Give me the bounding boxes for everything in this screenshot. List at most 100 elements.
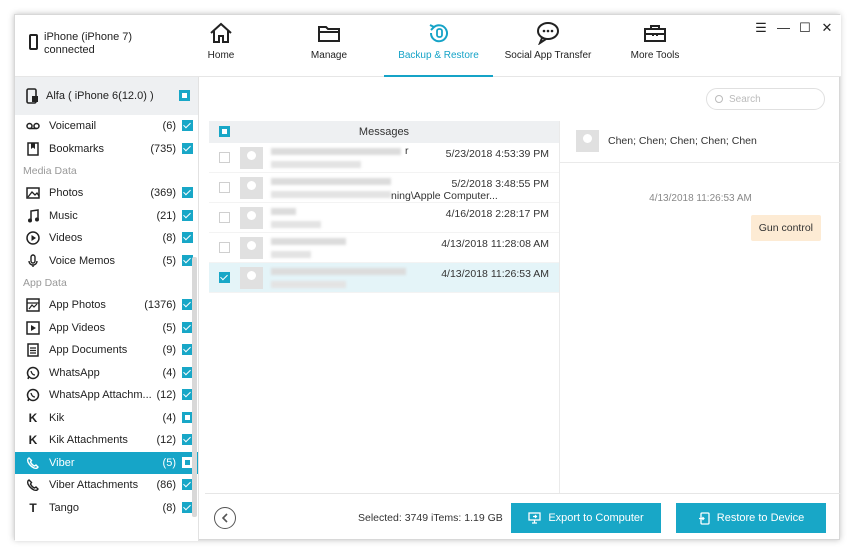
sidebar-item-checkbox[interactable] <box>182 232 193 243</box>
backup-device-row[interactable]: Alfa ( iPhone 6(12.0) ) <box>15 77 198 115</box>
sidebar-item-app-documents[interactable]: App Documents (9) <box>15 339 198 362</box>
search-input[interactable]: Search <box>706 88 825 110</box>
minimize-icon[interactable]: — <box>777 20 790 36</box>
avatar <box>240 147 263 169</box>
close-icon[interactable]: ✕ <box>821 20 833 36</box>
sidebar-item-label: Kik Attachments <box>49 434 128 447</box>
sidebar-item-label: Kik <box>49 411 65 424</box>
restore-device-icon <box>698 511 710 525</box>
message-preview: ning\Apple Computer... <box>391 190 498 202</box>
sidebar-item-label: Voicemail <box>49 120 97 133</box>
selection-summary: Selected: 3749 iTems: 1.19 GB <box>358 512 503 524</box>
sidebar-item-photos[interactable]: Photos (369) <box>15 182 198 205</box>
menu-icon[interactable]: ☰ <box>755 20 767 36</box>
sidebar-item-checkbox[interactable] <box>182 142 193 154</box>
row-checkbox[interactable] <box>219 272 230 283</box>
redacted-contact <box>271 208 296 215</box>
sidebar-item-music[interactable]: Music (21) <box>15 205 198 228</box>
sidebar-item-kik-attachments[interactable]: K Kik Attachments (12) <box>15 429 198 452</box>
row-checkbox[interactable] <box>219 212 230 223</box>
sidebar-item-kik[interactable]: K Kik (4) <box>15 407 198 430</box>
sidebar-item-checkbox[interactable] <box>182 209 193 221</box>
sidebar-item-count: (4) <box>162 366 176 379</box>
sidebar-item-voice-memos[interactable]: Voice Memos (5) <box>15 250 198 273</box>
conversation-header: Chen; Chen; Chen; Chen; Chen <box>560 121 841 163</box>
device-info[interactable]: iPhone (iPhone 7) connected <box>29 31 132 57</box>
viber-icon <box>26 456 40 470</box>
kik-attachment-icon: K <box>28 433 38 448</box>
message-bubble: Gun control <box>750 215 821 241</box>
tab-social-app-transfer[interactable]: Social App Transfer <box>503 21 593 77</box>
sidebar-item-app-photos[interactable]: App Photos (1376) <box>15 294 198 317</box>
sidebar-item-label: Viber Attachments <box>49 479 139 492</box>
sidebar-item-voicemail[interactable]: Voicemail (6) <box>15 115 198 138</box>
row-checkbox[interactable] <box>219 182 230 193</box>
sidebar-item-checkbox[interactable] <box>182 187 193 198</box>
app-photo-icon <box>26 298 40 312</box>
conversation-panel: Chen; Chen; Chen; Chen; Chen 4/13/2018 1… <box>559 121 841 493</box>
tab-more-tools-label: More Tools <box>630 50 680 61</box>
sidebar-item-count: (86) <box>156 479 176 492</box>
backup-device-label: Alfa ( iPhone 6(12.0) ) <box>46 90 154 102</box>
music-icon <box>26 208 40 223</box>
row-checkbox[interactable] <box>219 152 230 163</box>
maximize-icon[interactable]: ☐ <box>799 20 811 36</box>
photo-icon <box>26 186 40 200</box>
tab-manage[interactable]: Manage <box>293 21 365 77</box>
avatar <box>240 207 263 229</box>
redacted-contact <box>271 148 401 155</box>
message-row[interactable]: 4/16/2018 2:28:17 PM <box>209 203 559 233</box>
phone-icon <box>29 34 38 50</box>
section-app-data: App Data <box>23 277 67 289</box>
sidebar-item-checkbox[interactable] <box>182 120 193 131</box>
tango-icon: T <box>29 500 37 515</box>
microphone-icon <box>26 254 40 268</box>
tab-home-label: Home <box>207 50 235 61</box>
message-row[interactable]: 4/13/2018 11:28:08 AM <box>209 233 559 263</box>
whatsapp-icon <box>26 366 40 380</box>
restore-to-device-button[interactable]: Restore to Device <box>676 503 826 533</box>
search-placeholder: Search <box>729 93 761 105</box>
whatsapp-attachment-icon <box>26 388 40 402</box>
sidebar-item-app-videos[interactable]: App Videos (5) <box>15 317 198 340</box>
redacted-contact <box>271 268 406 275</box>
export-to-computer-button[interactable]: Export to Computer <box>511 503 661 533</box>
message-list-title: Messages <box>358 126 410 138</box>
phone-lock-icon <box>26 88 38 104</box>
message-row[interactable]: 4/13/2018 11:26:53 AM <box>209 263 559 293</box>
chevron-left-icon <box>221 513 228 523</box>
avatar <box>240 237 263 259</box>
conversation-contact: Chen; Chen; Chen; Chen; Chen <box>608 135 757 147</box>
sidebar-item-count: (369) <box>150 187 176 200</box>
row-checkbox[interactable] <box>219 242 230 253</box>
tab-more-tools[interactable]: More Tools <box>619 21 691 77</box>
tab-backup-restore[interactable]: Backup & Restore <box>384 21 493 77</box>
backup-device-checkbox[interactable] <box>179 90 190 101</box>
back-button[interactable] <box>214 507 236 529</box>
avatar <box>576 130 599 152</box>
sidebar-item-label: Music <box>49 209 78 222</box>
sidebar-item-viber[interactable]: Viber (5) <box>15 451 198 474</box>
message-row[interactable]: ning\Apple Computer... 5/2/2018 3:48:55 … <box>209 173 559 203</box>
sidebar-item-viber-attachments[interactable]: Viber Attachments (86) <box>15 474 198 497</box>
message-timestamp: 4/13/2018 11:26:53 AM <box>649 193 752 204</box>
tab-home[interactable]: Home <box>185 21 257 77</box>
sidebar-item-whatsapp[interactable]: WhatsApp (4) <box>15 362 198 385</box>
message-row[interactable]: r 5/23/2018 4:53:39 PM <box>209 143 559 173</box>
restore-label: Restore to Device <box>716 512 805 524</box>
sidebar-item-whatsapp-attachments[interactable]: WhatsApp Attachm... (12) <box>15 384 198 407</box>
sidebar-item-count: (8) <box>162 501 176 514</box>
message-date: 4/13/2018 11:26:53 AM <box>441 268 549 280</box>
redacted-preview <box>271 191 391 198</box>
sidebar-item-label: Videos <box>49 232 83 245</box>
sidebar-scrollbar[interactable] <box>192 257 197 517</box>
sidebar-item-count: (5) <box>162 456 176 469</box>
app-window: iPhone (iPhone 7) connected Home Manage … <box>14 14 841 541</box>
message-list-header: Messages <box>209 121 559 143</box>
sidebar-item-videos[interactable]: Videos (8) <box>15 227 198 250</box>
export-computer-icon <box>528 512 541 524</box>
sidebar-item-label: App Videos <box>49 321 106 334</box>
sidebar-item-tango[interactable]: T Tango (8) <box>15 497 198 520</box>
sidebar-item-bookmarks[interactable]: Bookmarks (735) <box>15 138 198 161</box>
redacted-preview <box>271 251 311 258</box>
